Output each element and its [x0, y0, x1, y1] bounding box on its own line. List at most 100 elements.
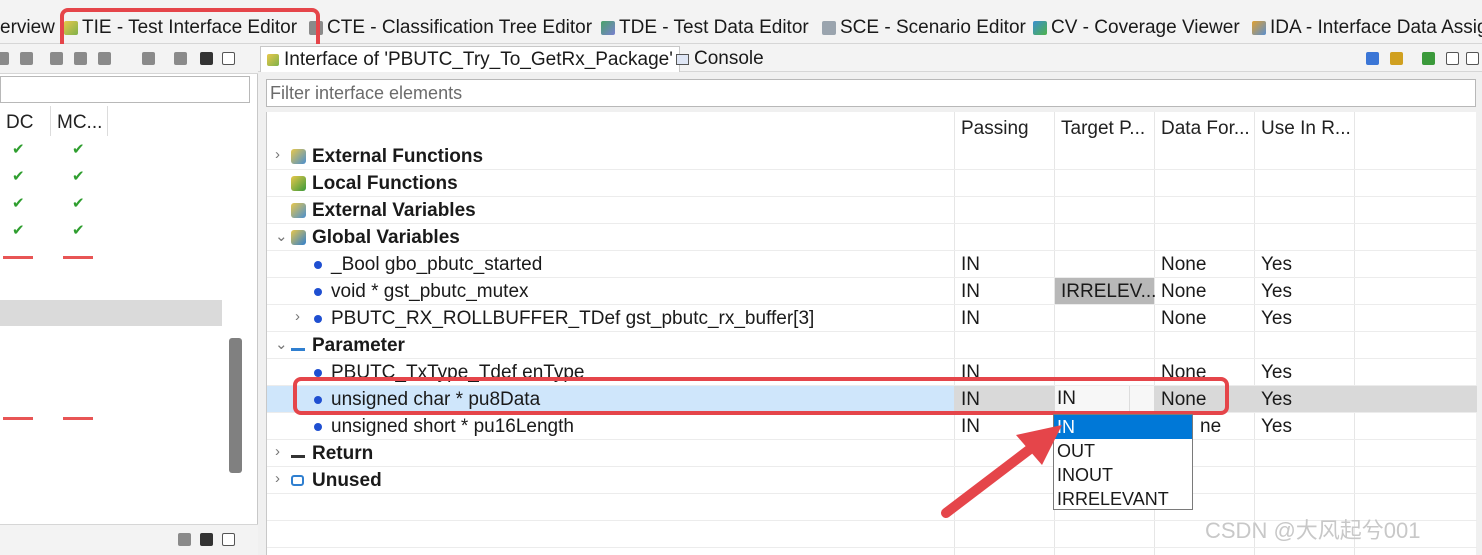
tab-interface[interactable]: Interface of 'PBUTC_Try_To_GetRx_Package…	[260, 46, 680, 72]
cell-target[interactable]: IRRELEV...	[1055, 278, 1156, 304]
column-mc: MC...	[57, 112, 103, 133]
row-label: Parameter	[312, 335, 405, 356]
expand-icon[interactable]: ›	[295, 308, 300, 325]
parameter-icon	[291, 341, 305, 351]
tree-row-parameter-item[interactable]: unsigned short * pu16Length IN ne Yes	[267, 413, 1477, 440]
menu-icon[interactable]	[200, 52, 213, 65]
check-icon: ✔	[72, 195, 85, 212]
column-data-format[interactable]: Data For...	[1161, 118, 1250, 140]
toolbar-icon[interactable]	[98, 52, 111, 65]
unused-icon	[291, 475, 304, 486]
minimize-icon[interactable]	[1446, 52, 1459, 65]
console-icon	[676, 53, 689, 65]
filter-input[interactable]	[267, 80, 1475, 106]
tree-row-variable[interactable]: › PBUTC_RX_ROLLBUFFER_TDef gst_pbutc_rx_…	[267, 305, 1477, 332]
row-label: External Variables	[312, 200, 476, 221]
tab-sce[interactable]: SCE - Scenario Editor	[822, 12, 1026, 44]
return-icon	[291, 449, 305, 458]
table-header: Passing Target P... Data For... Use In R…	[267, 112, 1477, 142]
collapse-icon[interactable]: ⌄	[275, 335, 288, 353]
tree-row-external-variables[interactable]: External Variables	[267, 197, 1477, 224]
tab-label: TDE - Test Data Editor	[619, 17, 809, 38]
menu-icon[interactable]	[200, 533, 213, 546]
left-filter-input[interactable]	[0, 76, 250, 103]
expand-icon[interactable]: ›	[275, 146, 280, 163]
left-selected-row[interactable]	[0, 300, 222, 326]
row-label: Unused	[312, 470, 382, 491]
toolbar-icon[interactable]	[0, 52, 9, 65]
tree-row-external-functions[interactable]: › External Functions	[267, 143, 1477, 170]
tab-label: IDA - Interface Data Assig	[1270, 17, 1482, 38]
tree-row-variable[interactable]: _Bool gbo_pbutc_started IN None Yes	[267, 251, 1477, 278]
tab-ida[interactable]: IDA - Interface Data Assig	[1252, 12, 1482, 44]
tde-icon	[601, 21, 615, 35]
toolbar-icon[interactable]	[142, 52, 155, 65]
left-pane: DC MC... ✔ ✔ ✔ ✔ ✔ ✔ ✔ ✔	[0, 44, 258, 555]
cell-data-format[interactable]: None	[1161, 254, 1206, 276]
tab-tde[interactable]: TDE - Test Data Editor	[601, 12, 809, 44]
check-icon: ✔	[72, 168, 85, 185]
row-label: Return	[312, 443, 374, 464]
toolbar-icon[interactable]	[50, 52, 63, 65]
left-toolbar	[0, 44, 258, 74]
move-up-icon[interactable]	[1390, 52, 1403, 65]
cell-use-in-report[interactable]: Yes	[1261, 416, 1292, 438]
cell-use-in-report[interactable]: Yes	[1261, 281, 1292, 303]
check-icon: ✔	[12, 222, 25, 239]
cell-use-in-report[interactable]: Yes	[1261, 389, 1292, 411]
collapse-icon[interactable]: ⌄	[275, 227, 288, 245]
variable-dot-icon	[314, 261, 322, 269]
tree-row-unused[interactable]: › Unused	[267, 467, 1477, 494]
move-down-icon[interactable]	[1366, 52, 1379, 65]
refresh-icon[interactable]	[1422, 52, 1435, 65]
tree-row-variable[interactable]: void * gst_pbutc_mutex IN IRRELEV... Non…	[267, 278, 1477, 305]
tab-label: Console	[694, 48, 764, 69]
cell-use-in-report[interactable]: Yes	[1261, 308, 1292, 330]
tab-label: SCE - Scenario Editor	[840, 17, 1026, 38]
column-use-in-report[interactable]: Use In R...	[1261, 118, 1351, 140]
no-coverage-mark	[3, 256, 33, 259]
column-dc: DC	[6, 112, 34, 133]
editor-tabs: Interface of 'PBUTC_Try_To_GetRx_Package…	[258, 44, 1482, 72]
row-label: Global Variables	[312, 227, 460, 248]
tree-row-local-functions[interactable]: Local Functions	[267, 170, 1477, 197]
tab-cv[interactable]: CV - Coverage Viewer	[1033, 12, 1240, 44]
left-bottom-bar	[0, 524, 258, 555]
toolbar-icon[interactable]	[74, 52, 87, 65]
row-label: _Bool gbo_pbutc_started	[331, 254, 543, 275]
cell-data-format[interactable]: None	[1161, 308, 1206, 330]
toolbar-icon[interactable]	[178, 533, 191, 546]
toolbar-icon[interactable]	[20, 52, 33, 65]
variable-dot-icon	[314, 315, 322, 323]
minimize-icon[interactable]	[222, 533, 235, 546]
check-icon: ✔	[12, 168, 25, 185]
left-scrollbar[interactable]	[229, 338, 242, 473]
row-label: PBUTC_RX_ROLLBUFFER_TDef gst_pbutc_rx_bu…	[331, 308, 815, 329]
tree-row-parameter[interactable]: ⌄ Parameter	[267, 332, 1477, 359]
cell-passing[interactable]: IN	[961, 281, 980, 303]
cell-data-format[interactable]: ne	[1200, 416, 1221, 438]
tree-row-return[interactable]: › Return	[267, 440, 1477, 467]
maximize-icon[interactable]	[1466, 52, 1479, 65]
expand-icon[interactable]: ›	[275, 443, 280, 460]
filter-field	[266, 79, 1476, 107]
cell-use-in-report[interactable]: Yes	[1261, 362, 1292, 384]
cell-passing[interactable]: IN	[961, 308, 980, 330]
global-variables-icon	[291, 230, 306, 245]
cell-data-format[interactable]: None	[1161, 281, 1206, 303]
variable-dot-icon	[314, 288, 322, 296]
cell-passing[interactable]: IN	[961, 254, 980, 276]
cell-use-in-report[interactable]: Yes	[1261, 254, 1292, 276]
column-passing[interactable]: Passing	[961, 118, 1029, 140]
column-target[interactable]: Target P...	[1061, 118, 1145, 140]
tree-row-global-variables[interactable]: ⌄ Global Variables	[267, 224, 1477, 251]
filter-icon[interactable]	[174, 52, 187, 65]
tab-overview[interactable]: erview	[0, 12, 55, 44]
ida-icon	[1252, 21, 1266, 35]
minimize-icon[interactable]	[222, 52, 235, 65]
check-icon: ✔	[12, 141, 25, 158]
tab-console[interactable]: Console	[670, 46, 770, 72]
expand-icon[interactable]: ›	[275, 470, 280, 487]
tab-cte[interactable]: CTE - Classification Tree Editor	[309, 12, 592, 44]
check-icon: ✔	[72, 222, 85, 239]
